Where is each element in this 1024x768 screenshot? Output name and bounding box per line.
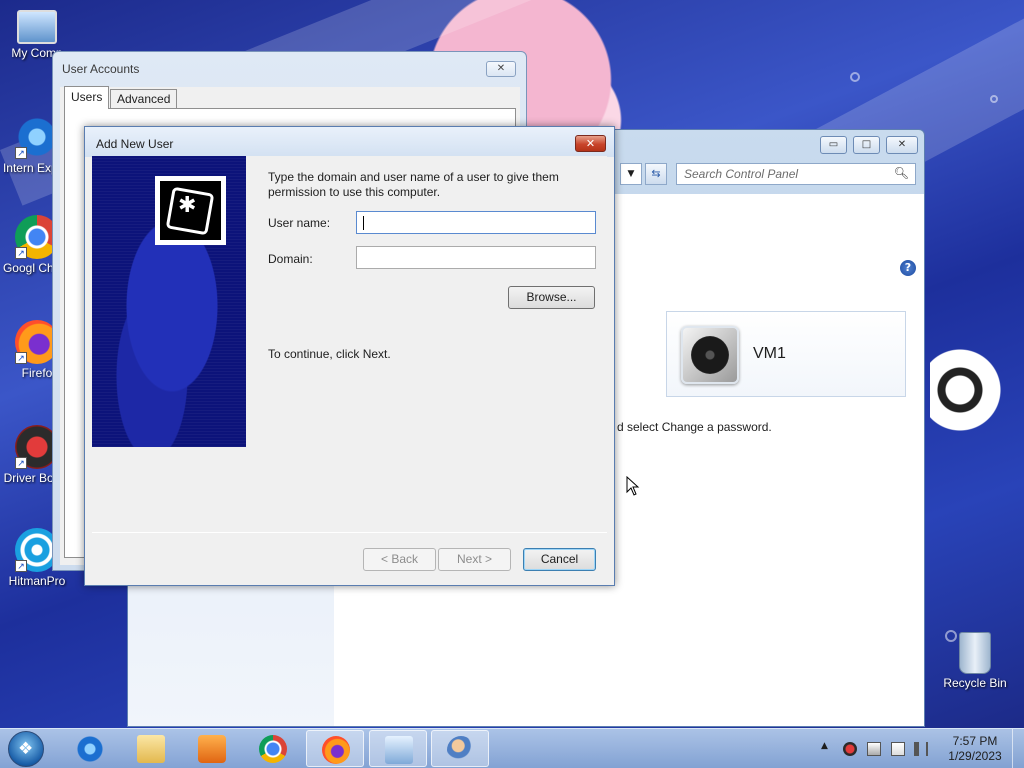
media-player-icon — [198, 735, 226, 763]
close-icon: ✕ — [585, 137, 596, 150]
search-placeholder: Search Control Panel — [684, 167, 799, 181]
user-account-name: VM1 — [753, 345, 786, 362]
desktop-icon-recycle-bin[interactable]: Recycle Bin — [935, 632, 1015, 690]
dialog-client-area: ✱ Type the domain and user name of a use… — [92, 156, 607, 580]
taskbar: ❖ ▲ 7:57 PM 1/29/2023 — [0, 728, 1024, 768]
show-desktop-button[interactable] — [1012, 729, 1024, 768]
driver-booster-tray-icon[interactable] — [843, 742, 857, 756]
text-caret — [363, 216, 364, 230]
computer-icon — [17, 10, 57, 44]
back-button[interactable]: < Back — [363, 548, 436, 571]
close-icon: ✕ — [897, 139, 907, 150]
dialog-instructions: Type the domain and user name of a user … — [268, 170, 559, 199]
taskbar-firefox[interactable] — [306, 730, 364, 767]
close-button[interactable]: ✕ — [575, 135, 606, 152]
dialog-titlebar: Add New User ✕ — [85, 127, 614, 157]
user-key-icon: ✱ — [155, 176, 226, 245]
close-button[interactable]: ✕ — [486, 61, 516, 77]
taskbar-internet-explorer[interactable] — [61, 730, 119, 767]
dialog-separator — [92, 532, 607, 533]
add-new-user-dialog: Add New User ✕ ✱ Type the domain and use… — [84, 126, 615, 586]
folder-icon — [137, 735, 165, 763]
dialog-title: Add New User — [96, 137, 174, 151]
recycle-bin-icon — [959, 632, 991, 674]
maximize-icon: □ — [861, 139, 872, 150]
refresh-button[interactable]: ⇆ — [645, 163, 667, 185]
minimize-icon: ▭ — [828, 139, 839, 150]
shortcut-arrow-icon: ↗ — [15, 457, 27, 469]
action-center-flag-icon[interactable] — [891, 742, 905, 756]
control-panel-icon — [385, 736, 413, 764]
windows-logo-icon: ❖ — [18, 739, 34, 759]
refresh-icon: ⇆ — [651, 167, 661, 180]
user-picture-icon — [681, 326, 739, 384]
mouse-cursor-icon — [626, 476, 640, 496]
taskbar-control-panel[interactable] — [369, 730, 427, 767]
desktop-icon-label: HitmanPro — [8, 574, 66, 588]
maximize-button[interactable]: □ — [853, 136, 880, 154]
desktop-icon-label: Firefo — [21, 366, 53, 380]
continue-hint: To continue, click Next. — [268, 347, 391, 361]
taskbar-media-player[interactable] — [183, 730, 241, 767]
close-icon: ✕ — [496, 63, 506, 74]
users-icon — [447, 736, 475, 764]
wallpaper-character — [930, 300, 1010, 460]
next-button[interactable]: Next > — [438, 548, 511, 571]
domain-field[interactable] — [356, 246, 596, 269]
clock-date: 1/29/2023 — [948, 749, 1002, 763]
tab-users[interactable]: Users — [64, 86, 110, 109]
user-key-icon-inner: ✱ — [160, 181, 221, 240]
key-icon: ✱ — [178, 193, 197, 218]
user-account-card[interactable]: VM1 — [666, 311, 906, 397]
close-button[interactable]: ✕ — [886, 136, 918, 154]
cancel-button[interactable]: Cancel — [523, 548, 596, 571]
change-password-hint: d select Change a password. — [617, 420, 772, 434]
wallpaper-bubble — [990, 95, 998, 103]
tab-label: Advanced — [117, 92, 171, 106]
wallpaper-bubble — [850, 72, 860, 82]
shortcut-arrow-icon: ↗ — [15, 560, 27, 572]
internet-explorer-icon — [76, 735, 104, 763]
taskbar-user-accounts[interactable] — [431, 730, 489, 767]
help-icon[interactable]: ? — [900, 260, 916, 276]
taskbar-chrome[interactable] — [244, 730, 302, 767]
show-hidden-icons-button[interactable]: ▲ — [821, 741, 835, 755]
shortcut-arrow-icon: ↗ — [15, 352, 27, 364]
network-icon[interactable] — [867, 742, 881, 756]
shortcut-arrow-icon: ↗ — [15, 247, 27, 259]
tab-label: Users — [71, 90, 103, 104]
window-title: User Accounts — [62, 62, 140, 76]
start-button[interactable]: ❖ — [8, 731, 44, 767]
system-clock[interactable]: 7:57 PM 1/29/2023 — [940, 734, 1010, 764]
username-label: User name: — [268, 216, 331, 230]
minimize-button[interactable]: ▭ — [820, 136, 847, 154]
google-chrome-icon — [259, 735, 287, 763]
volume-icon[interactable] — [914, 742, 928, 756]
shortcut-arrow-icon: ↗ — [15, 147, 27, 159]
browse-button[interactable]: Browse... — [508, 286, 595, 309]
desktop-icon-label: Recycle Bin — [943, 676, 1007, 690]
wizard-banner-image: ✱ — [92, 156, 246, 447]
address-dropdown-button[interactable]: ▼ — [620, 163, 642, 185]
username-field[interactable] — [356, 211, 596, 234]
firefox-icon — [322, 736, 350, 764]
tab-advanced[interactable]: Advanced — [110, 89, 178, 108]
chevron-down-icon: ▼ — [627, 169, 635, 179]
domain-label: Domain: — [268, 252, 313, 266]
search-icon[interactable]: 🔍︎ — [894, 166, 909, 180]
search-input[interactable]: Search Control Panel 🔍︎ — [676, 163, 916, 185]
taskbar-file-explorer[interactable] — [122, 730, 180, 767]
clock-time: 7:57 PM — [952, 734, 998, 748]
